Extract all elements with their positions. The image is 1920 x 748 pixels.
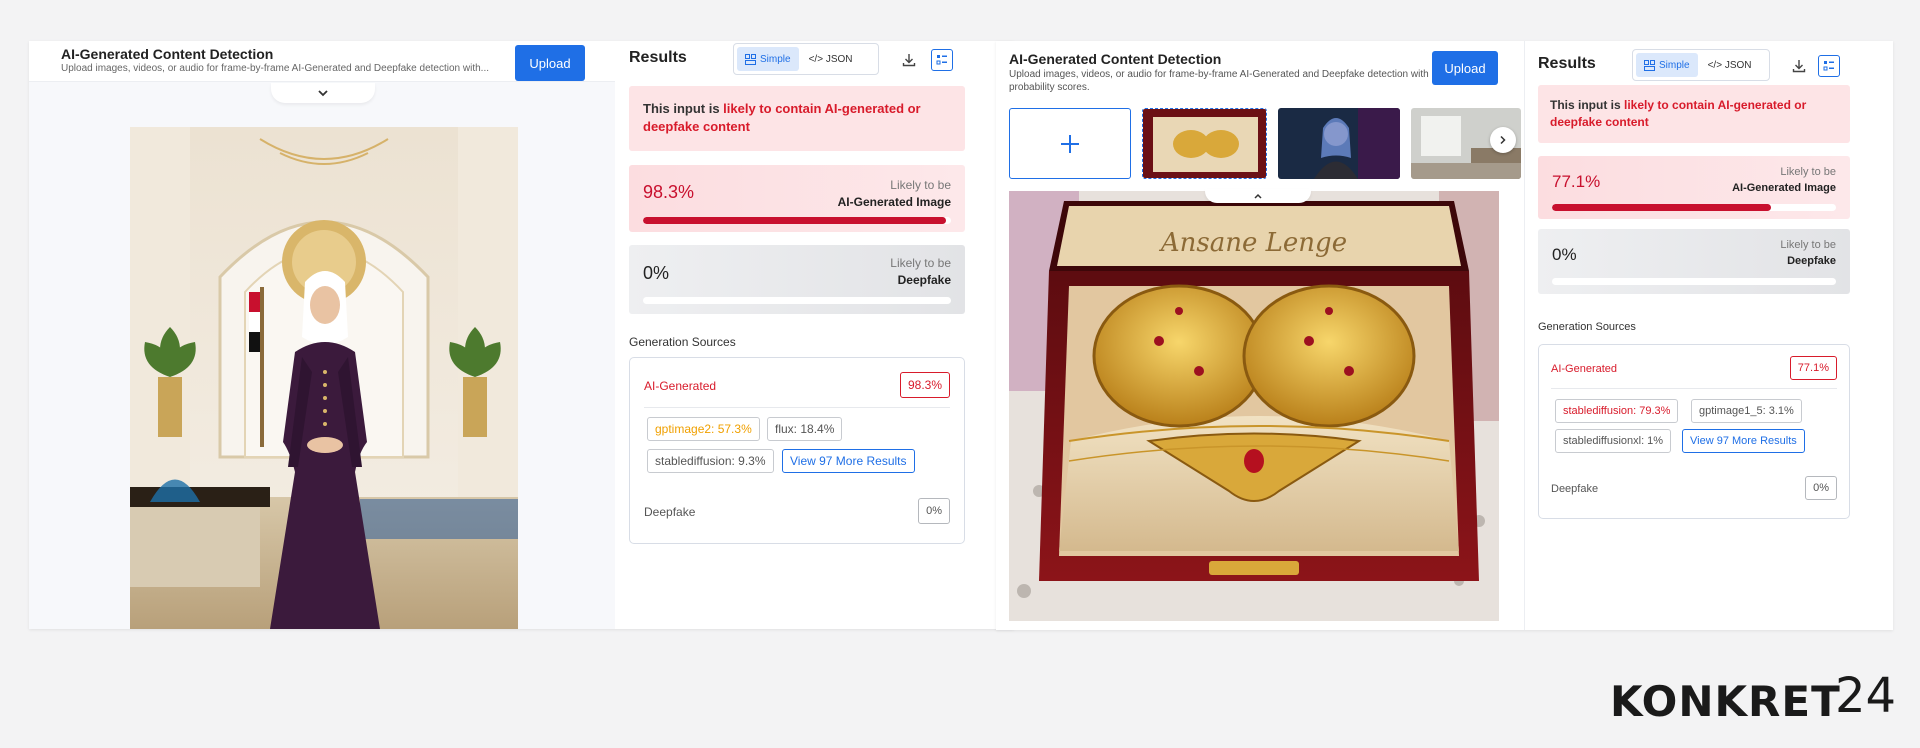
- toggle-simple-label: Simple: [1659, 59, 1690, 71]
- ai-score-value: 98.3%: [643, 182, 695, 202]
- ai-score-label-top: Likely to be: [1780, 166, 1836, 178]
- list-icon[interactable]: [931, 49, 953, 71]
- toggle-json-label: </> JSON: [808, 53, 853, 65]
- thumbnail-jewelry[interactable]: [1142, 108, 1267, 179]
- download-icon[interactable]: [1788, 55, 1810, 77]
- deepfake-score-label-top: Likely to be: [1780, 239, 1836, 251]
- app-description: Upload images, videos, or audio for fram…: [61, 63, 490, 74]
- thumbnail-woman-neon[interactable]: [1278, 108, 1400, 179]
- toggle-simple-label: Simple: [760, 53, 791, 65]
- list-icon[interactable]: [1818, 55, 1840, 77]
- results-title: Results: [1538, 55, 1596, 72]
- add-file-tile[interactable]: [1009, 108, 1131, 179]
- collapse-toggle[interactable]: [271, 83, 375, 103]
- view-more-results-button[interactable]: View 97 More Results: [1682, 429, 1805, 453]
- results-title: Results: [629, 49, 687, 66]
- ai-generated-score-card: 77.1% Likely to be AI-Generated Image: [1538, 156, 1850, 219]
- verdict-prefix: This input is: [643, 101, 724, 116]
- deepfake-score-label: Likely to be Deepfake: [1780, 237, 1836, 269]
- source-chip: stablediffusionxl: 1%: [1555, 429, 1672, 453]
- ai-score-label: Likely to be AI-Generated Image: [1732, 164, 1836, 196]
- deepfake-score-label-top: Likely to be: [890, 256, 951, 270]
- deepfake-pct: 0%: [1805, 476, 1837, 500]
- chevron-down-icon: [318, 90, 328, 97]
- view-toggle: Simple </> JSON: [733, 43, 879, 75]
- chevron-up-icon: [1254, 193, 1262, 199]
- deepfake-score-card: 0% Likely to be Deepfake: [629, 245, 965, 314]
- deepfake-score-bar: [643, 297, 951, 304]
- ai-score-bar: [643, 217, 951, 224]
- app-description: Upload images, videos, or audio for fram…: [1009, 69, 1429, 93]
- generation-sources-title: Generation Sources: [629, 335, 736, 349]
- plus-icon: [1061, 134, 1079, 153]
- ai-score-label-bottom: AI-Generated Image: [837, 195, 951, 209]
- deepfake-score-value: 0%: [643, 263, 670, 283]
- toggle-simple[interactable]: Simple: [737, 47, 799, 71]
- deepfake-score-label-bottom: Deepfake: [897, 273, 951, 287]
- ai-score-label: Likely to be AI-Generated Image: [838, 177, 951, 211]
- ai-score-bar: [1552, 204, 1836, 211]
- app-title: AI-Generated Content Detection: [1009, 51, 1222, 67]
- right-detector-window: AI-Generated Content Detection Upload im…: [996, 41, 1893, 630]
- ai-score-label-top: Likely to be: [890, 178, 951, 192]
- divider: [644, 407, 950, 408]
- deepfake-label: Deepfake: [1551, 483, 1599, 495]
- layout-icon: [1644, 59, 1655, 71]
- results-panel: Results Simple </> JSON This input is li…: [615, 41, 1014, 629]
- deepfake-score-label-bottom: Deepfake: [1787, 255, 1836, 267]
- konkret24-logo: KONKRET 24: [1610, 672, 1896, 722]
- source-chip: stablediffusion: 79.3%: [1555, 399, 1679, 423]
- ai-generated-pct: 98.3%: [899, 372, 950, 398]
- verdict-banner: This input is likely to contain AI-gener…: [629, 86, 965, 151]
- upload-header: AI-Generated Content Detection Upload im…: [29, 41, 615, 82]
- ai-generated-score-card: 98.3% Likely to be AI-Generated Image: [629, 165, 965, 232]
- generation-sources-box: AI-Generated 98.3% gptimage2: 57.3% flux…: [629, 357, 965, 544]
- upload-area[interactable]: AI-Generated Content Detection Upload im…: [29, 41, 615, 629]
- svg-text:KONKRET: KONKRET: [1610, 677, 1841, 722]
- upload-button[interactable]: Upload: [515, 45, 585, 81]
- upload-button[interactable]: Upload: [1432, 51, 1498, 85]
- deepfake-pct: 0%: [918, 498, 950, 524]
- toggle-json[interactable]: </> JSON: [1700, 53, 1760, 77]
- deepfake-score-value: 0%: [1552, 245, 1577, 264]
- deepfake-score-card: 0% Likely to be Deepfake: [1538, 229, 1850, 294]
- svg-text:Ansane Lenge: Ansane Lenge: [1159, 228, 1347, 258]
- left-detector-window: AI-Generated Content Detection Upload im…: [29, 41, 1014, 629]
- toggle-json-label: </> JSON: [1707, 59, 1752, 71]
- source-chip: stablediffusion: 9.3%: [647, 449, 774, 473]
- uploaded-image-preview: Ansane Lenge: [1009, 191, 1499, 621]
- ai-generated-pct: 77.1%: [1789, 356, 1837, 380]
- generation-sources-box: AI-Generated 77.1% stablediffusion: 79.3…: [1538, 344, 1850, 519]
- deepfake-score-bar: [1552, 278, 1836, 285]
- verdict-banner: This input is likely to contain AI-gener…: [1538, 85, 1850, 143]
- ai-generated-label: AI-Generated: [1551, 363, 1618, 375]
- source-chip: gptimage2: 57.3%: [647, 417, 760, 441]
- uploaded-image-preview: [130, 127, 518, 629]
- ai-generated-label: AI-Generated: [644, 379, 717, 393]
- download-icon[interactable]: [898, 49, 920, 71]
- ai-score-label-bottom: AI-Generated Image: [1732, 182, 1836, 194]
- layout-icon: [745, 53, 756, 65]
- ai-score-bar-fill: [643, 217, 946, 224]
- toggle-json[interactable]: </> JSON: [801, 47, 861, 71]
- deepfake-score-label: Likely to be Deepfake: [890, 255, 951, 289]
- results-panel: Results Simple </> JSON This input is li…: [1524, 41, 1893, 630]
- collapse-toggle[interactable]: [1205, 189, 1311, 203]
- upload-area[interactable]: AI-Generated Content Detection Upload im…: [996, 41, 1524, 630]
- next-thumbnails-button[interactable]: [1490, 127, 1516, 153]
- svg-text:24: 24: [1835, 672, 1896, 722]
- generation-sources-title: Generation Sources: [1538, 321, 1636, 333]
- view-toggle: Simple </> JSON: [1632, 49, 1770, 81]
- source-chip: gptimage1_5: 3.1%: [1691, 399, 1802, 423]
- ai-score-value: 77.1%: [1552, 172, 1601, 191]
- deepfake-label: Deepfake: [644, 505, 696, 519]
- source-chip: flux: 18.4%: [767, 417, 843, 441]
- app-title: AI-Generated Content Detection: [61, 46, 274, 62]
- divider: [1551, 388, 1837, 389]
- toggle-simple[interactable]: Simple: [1636, 53, 1698, 77]
- verdict-prefix: This input is: [1550, 98, 1624, 112]
- view-more-results-button[interactable]: View 97 More Results: [782, 449, 915, 473]
- chevron-right-icon: [1500, 135, 1506, 145]
- ai-score-bar-fill: [1552, 204, 1771, 211]
